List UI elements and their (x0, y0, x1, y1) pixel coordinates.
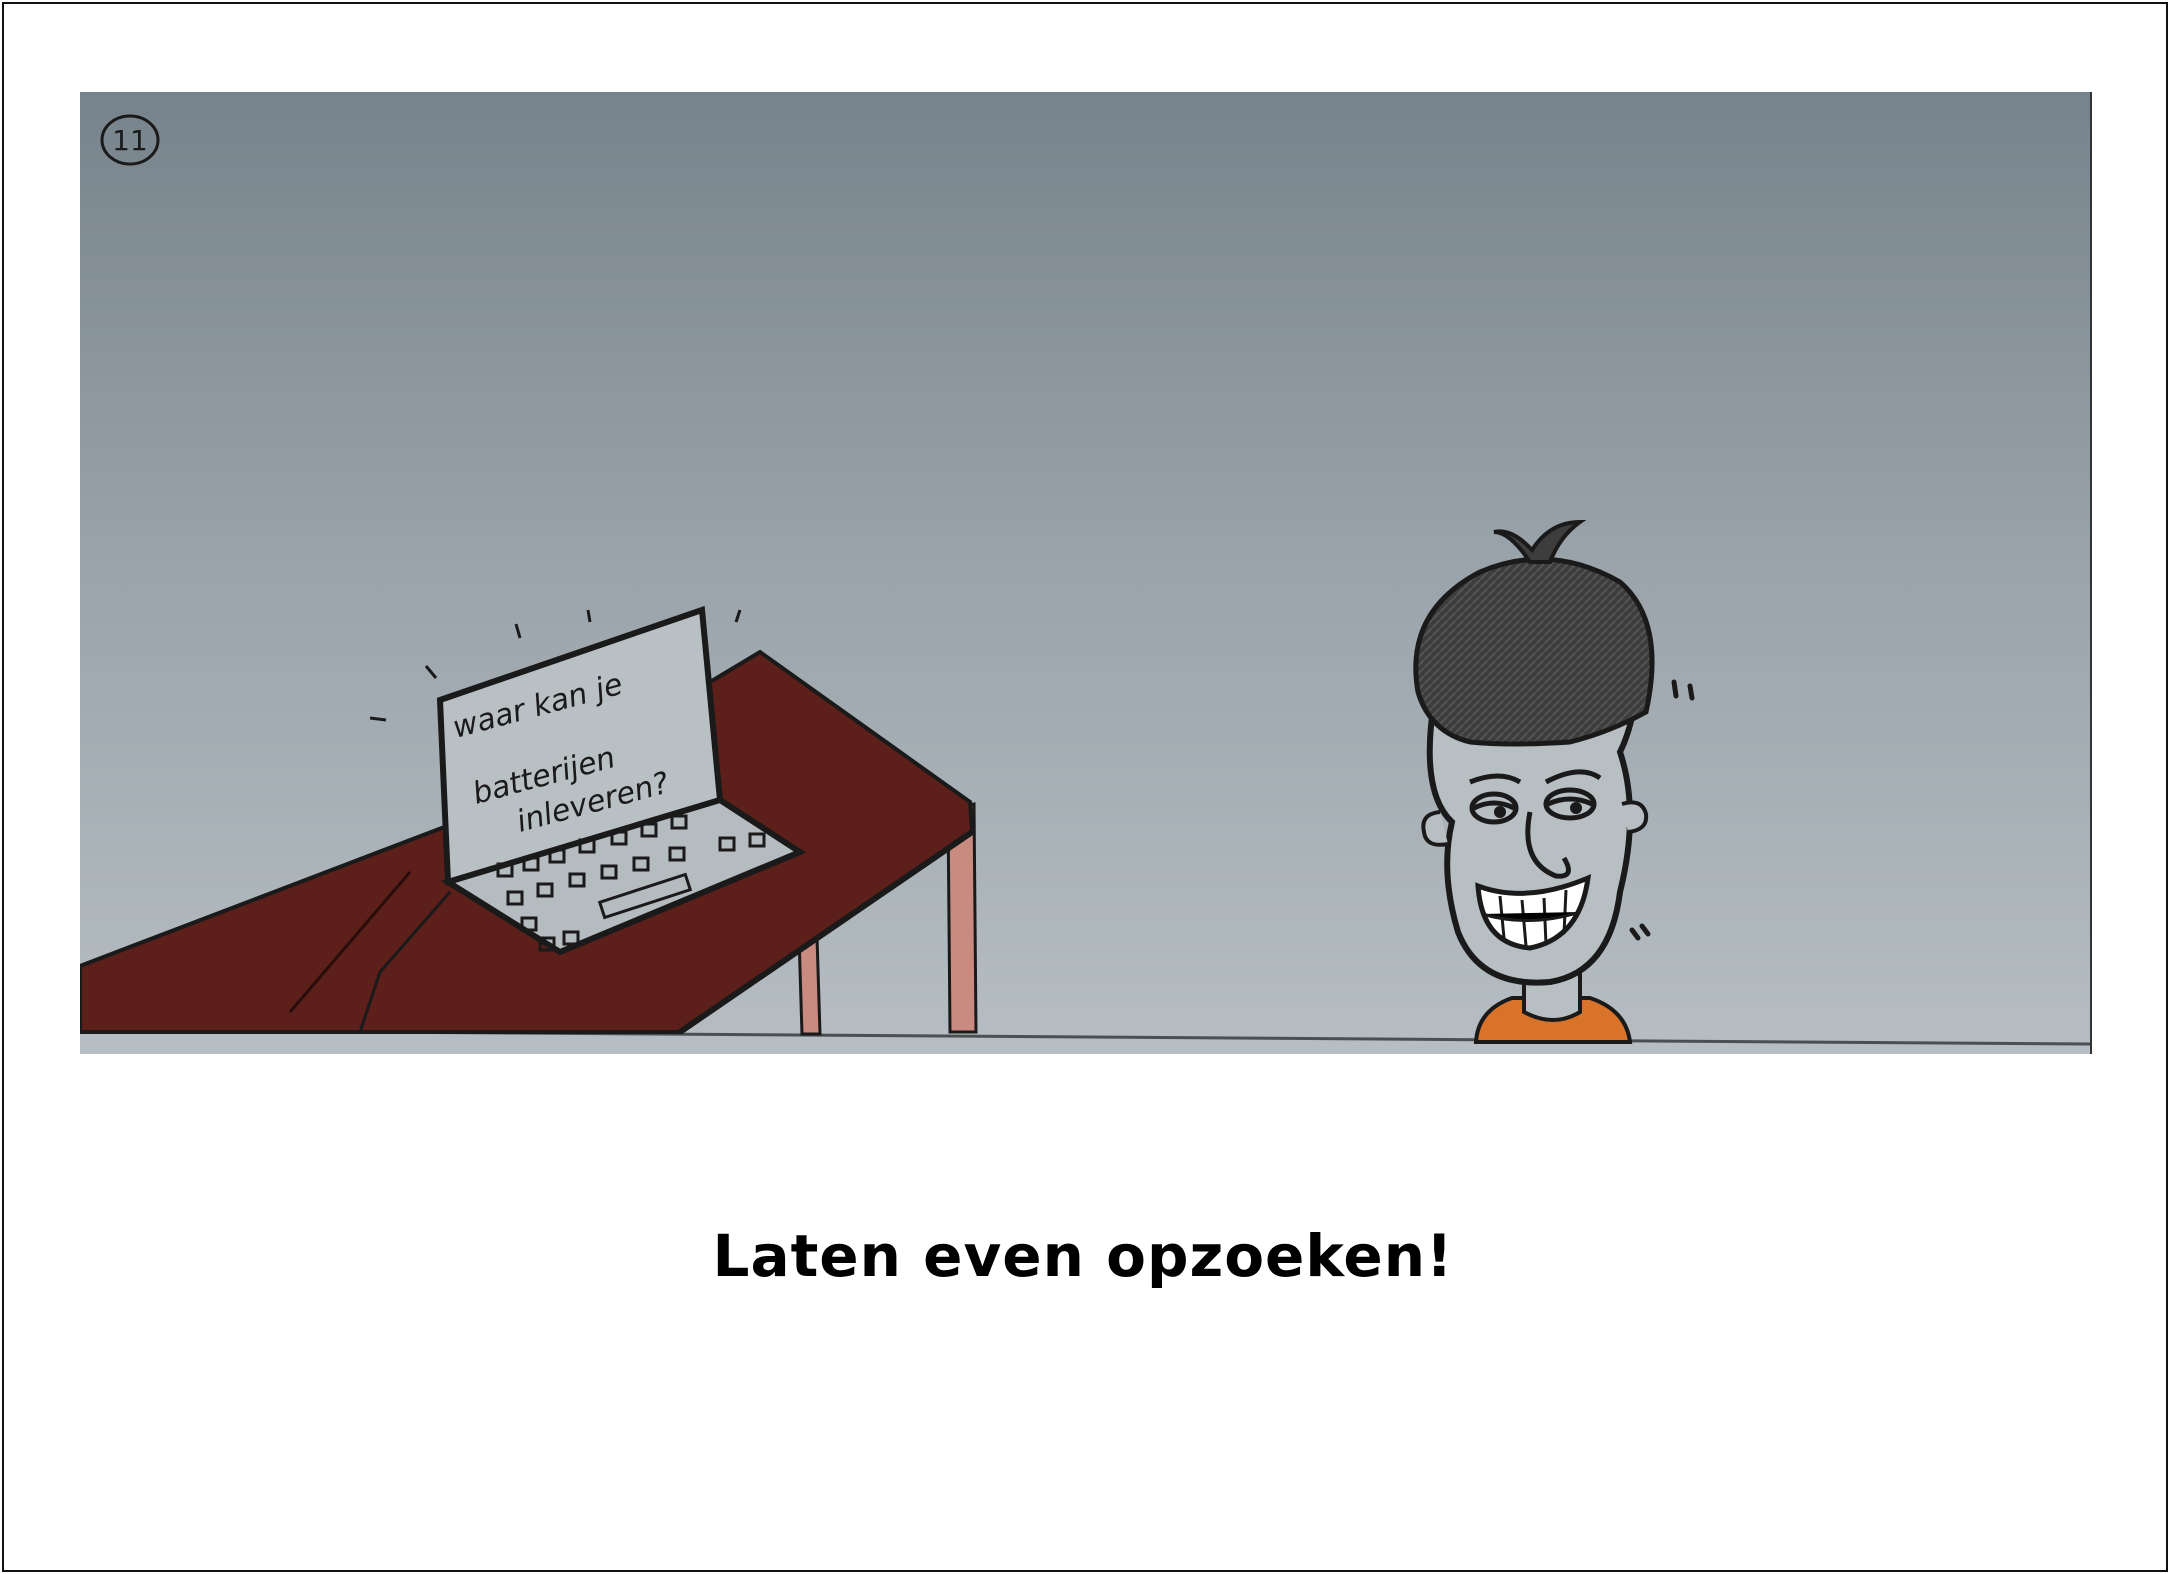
comic-panel: 11 waar kan je batterijen inleveren? (80, 92, 2092, 1054)
caption: Laten even opzoeken! (712, 1222, 1454, 1290)
panel-number: 11 (112, 124, 148, 157)
comic-illustration: 11 waar kan je batterijen inleveren? (80, 92, 2090, 1054)
